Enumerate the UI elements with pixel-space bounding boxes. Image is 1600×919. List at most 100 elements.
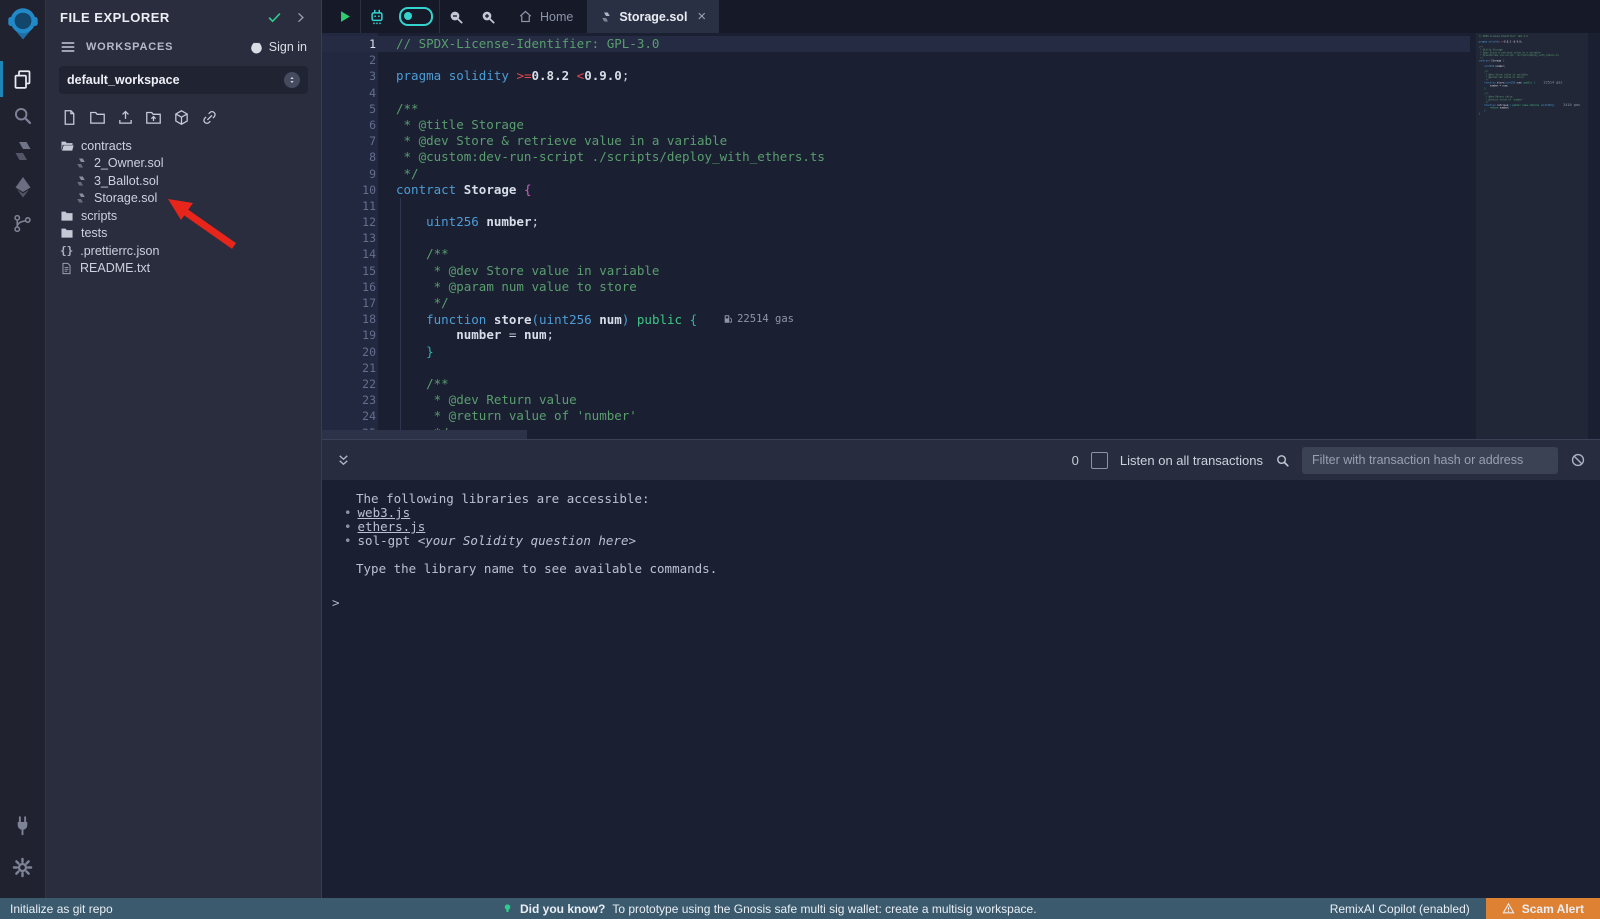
tree-item--prettierrc-json[interactable]: {}.prettierrc.json [46, 242, 321, 260]
workspace-select[interactable]: default_workspace [59, 66, 308, 94]
tree-item-readme-txt[interactable]: README.txt [46, 260, 321, 278]
file-new-button[interactable] [61, 109, 78, 126]
terminal[interactable]: The following libraries are accessible:•… [322, 480, 1600, 898]
solidity-icon [11, 139, 35, 163]
link-button[interactable] [201, 109, 218, 126]
activity-item-git[interactable] [0, 208, 45, 238]
sign-in-button[interactable]: Sign in [249, 40, 307, 55]
file-explorer-header: FILE EXPLORER [46, 0, 321, 29]
line-number: 14 [322, 246, 376, 262]
solidity-file-icon [75, 192, 87, 204]
tree-item-label: scripts [81, 209, 117, 223]
line-number: 19 [322, 327, 376, 343]
editor-column: Home Storage.sol × 1// SPDX-License-Iden… [322, 0, 1600, 898]
activity-item-search[interactable] [0, 100, 45, 130]
tree-item-storage-sol[interactable]: Storage.sol [46, 190, 321, 208]
tree-item-tests[interactable]: tests [46, 225, 321, 243]
clear-console-icon[interactable] [1570, 452, 1586, 468]
collapse-panel-icon[interactable] [294, 11, 307, 24]
line-number: 11 [322, 198, 376, 214]
zoom-in-icon [480, 9, 496, 25]
tree-item-contracts[interactable]: contracts [46, 137, 321, 155]
copilot-toggle[interactable] [399, 7, 433, 26]
line-number: 5 [322, 101, 376, 117]
tab-home[interactable]: Home [504, 0, 587, 33]
transaction-filter-input[interactable] [1302, 447, 1558, 474]
terminal-bullet-line: •ethers.js [332, 520, 1600, 534]
editor-tabbar: Home Storage.sol × [322, 0, 1600, 33]
plug-icon [12, 815, 33, 836]
tree-item-scripts[interactable]: scripts [46, 207, 321, 225]
line-number: 20 [322, 344, 376, 360]
code-editor[interactable]: 1// SPDX-License-Identifier: GPL-3.02 3p… [322, 33, 1600, 439]
zoom-out-button[interactable] [440, 0, 472, 33]
lightbulb-icon [502, 903, 513, 914]
tree-item-label: contracts [81, 139, 132, 153]
solidity-file-icon [75, 175, 87, 187]
close-tab-icon[interactable]: × [697, 8, 706, 25]
minimap[interactable]: // SPDX-License-Identifier: GPL-3.0 prag… [1476, 33, 1588, 439]
code-line-19: 19 number = num; [322, 327, 1470, 343]
tree-item-2-owner-sol[interactable]: 2_Owner.sol [46, 155, 321, 173]
activity-item-settings[interactable] [0, 852, 45, 882]
line-number: 16 [322, 279, 376, 295]
tree-item-3-ballot-sol[interactable]: 3_Ballot.sol [46, 172, 321, 190]
activity-bar [0, 0, 46, 898]
code-line-24: 24 * @return value of 'number' [322, 408, 1470, 424]
folder-new-button[interactable] [89, 109, 106, 126]
run-script-button[interactable] [328, 0, 360, 33]
code-line-3: 3pragma solidity >=0.8.2 <0.9.0; [322, 68, 1470, 84]
workspace-name: default_workspace [67, 73, 284, 87]
activity-bar-top [0, 58, 45, 244]
collapse-terminal-icon[interactable] [336, 453, 351, 468]
tree-item-label: tests [81, 226, 107, 240]
line-number: 9 [322, 166, 376, 182]
code-line-18: 18 function store(uint256 num) public {2… [322, 311, 1470, 327]
activity-item-file-explorer[interactable] [0, 64, 45, 94]
scam-alert-button[interactable]: Scam Alert [1486, 898, 1600, 919]
line-number: 17 [322, 295, 376, 311]
workspaces-menu-icon[interactable] [60, 39, 76, 55]
line-number: 15 [322, 263, 376, 279]
ai-copilot-button[interactable] [361, 0, 393, 33]
cube-button[interactable] [173, 109, 190, 126]
activity-item-solidity-compiler[interactable] [0, 136, 45, 166]
code-line-13: 13 [322, 230, 1470, 246]
folder-icon [60, 226, 74, 240]
git-init-button[interactable]: Initialize as git repo [0, 902, 113, 916]
code-line-2: 2 [322, 52, 1470, 68]
terminal-text-line: Type the library name to see available c… [332, 562, 1600, 576]
line-number: 21 [322, 360, 376, 376]
tab-storage-sol[interactable]: Storage.sol × [588, 0, 718, 33]
line-number: 8 [322, 149, 376, 165]
solidity-file-icon [75, 157, 87, 169]
copilot-status[interactable]: RemixAI Copilot (enabled) [1330, 902, 1470, 916]
upload-file-button[interactable] [117, 109, 134, 126]
code-line-6: 6 * @title Storage [322, 117, 1470, 133]
terminal-search-icon[interactable] [1275, 453, 1290, 468]
panel-title: FILE EXPLORER [60, 10, 267, 25]
folder-icon [60, 209, 74, 223]
horizontal-scrollbar[interactable] [322, 430, 527, 439]
solidity-file-icon [600, 11, 612, 23]
terminal-prompt[interactable]: > [332, 596, 340, 610]
code-line-20: 20 } [322, 344, 1470, 360]
code-line-11: 11 [322, 198, 1470, 214]
terminal-bullet-line: •web3.js [332, 506, 1600, 520]
tree-item-label: README.txt [80, 261, 150, 275]
zoom-in-button[interactable] [472, 0, 504, 33]
tree-item-label: 2_Owner.sol [94, 156, 163, 170]
folder-open-icon [60, 139, 74, 153]
listen-all-transactions-checkbox[interactable] [1091, 452, 1108, 469]
workspace-switch-icon[interactable] [284, 72, 300, 88]
code-line-10: 10contract Storage { [322, 182, 1470, 198]
code-line-5: 5/** [322, 101, 1470, 117]
activity-item-plugin-manager[interactable] [0, 810, 45, 840]
activity-item-deploy-run[interactable] [0, 172, 45, 202]
upload-folder-button[interactable] [145, 109, 162, 126]
workbench: FILE EXPLORER WORKSPACES Sign in [0, 0, 1600, 898]
library-link-ethers-js[interactable]: ethers.js [358, 520, 426, 534]
library-link-web3-js[interactable]: web3.js [358, 506, 411, 520]
terminal-header: 0 Listen on all transactions [322, 439, 1600, 480]
remix-logo[interactable] [5, 5, 41, 46]
